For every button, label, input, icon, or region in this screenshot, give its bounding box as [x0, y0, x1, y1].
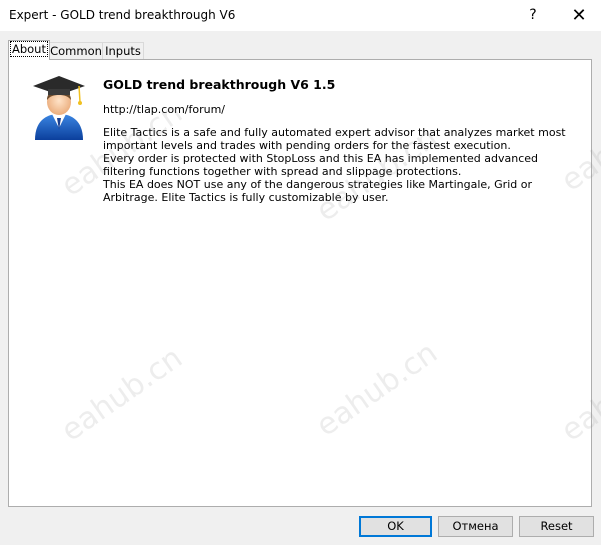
window-title: Expert - GOLD trend breakthrough V6 [9, 8, 236, 22]
tab-common[interactable]: Common [48, 42, 104, 60]
ok-button[interactable]: OK [359, 516, 432, 537]
title-bar: Expert - GOLD trend breakthrough V6 ? ✕ [0, 0, 601, 31]
ea-title: GOLD trend breakthrough V6 1.5 [103, 77, 336, 92]
about-panel: GOLD trend breakthrough V6 1.5 http://tl… [8, 59, 592, 507]
ea-description: Elite Tactics is a safe and fully automa… [103, 126, 583, 204]
tab-inputs[interactable]: Inputs [102, 42, 144, 60]
reset-button[interactable]: Reset [519, 516, 594, 537]
description-line: This EA does NOT use any of the dangerou… [103, 178, 532, 204]
cancel-button[interactable]: Отмена [438, 516, 513, 537]
description-line: Every order is protected with StopLoss a… [103, 152, 539, 178]
ea-link[interactable]: http://tlap.com/forum/ [103, 103, 225, 116]
description-line: Elite Tactics is a safe and fully automa… [103, 126, 566, 152]
close-button[interactable]: ✕ [556, 0, 601, 31]
help-button[interactable]: ? [510, 0, 556, 31]
tab-about[interactable]: About [8, 40, 50, 60]
graduate-avatar-icon [33, 76, 85, 140]
